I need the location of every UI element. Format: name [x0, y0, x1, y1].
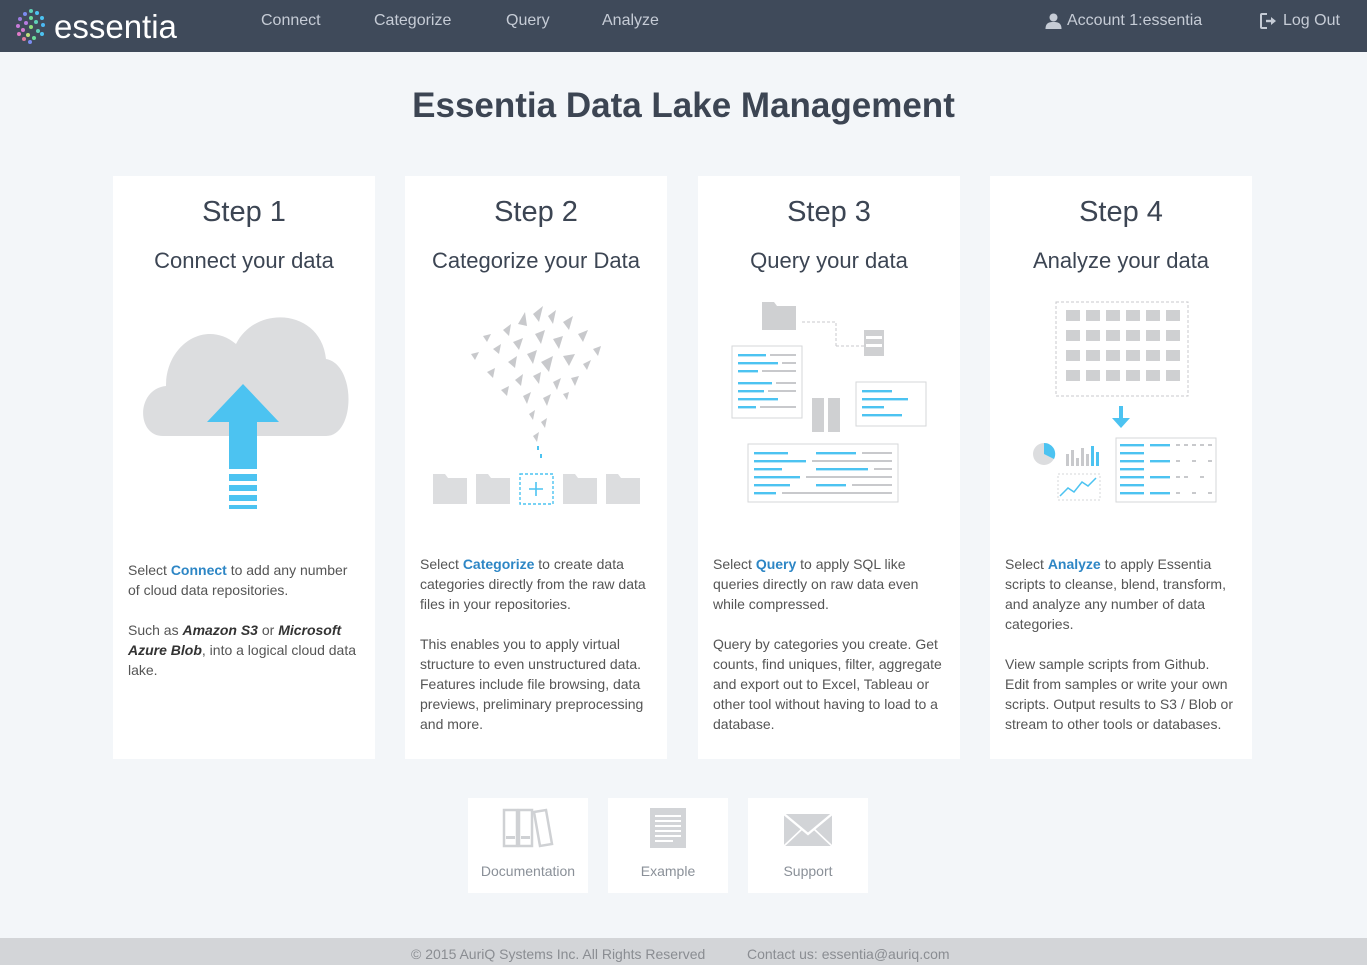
step-description-para2: View sample scripts from Github. Edit fr… — [1005, 656, 1233, 732]
step-card-connect[interactable]: Step 1 Connect your data Select Connect … — [113, 176, 375, 759]
step-subtitle: Query your data — [750, 248, 908, 273]
copyright-text: © 2015 AuriQ Systems Inc. All Rights Res… — [411, 946, 706, 962]
page-title: Essentia Data Lake Management — [412, 86, 955, 125]
step-subtitle: Categorize your Data — [432, 248, 640, 273]
step-subtitle: Connect your data — [154, 248, 334, 273]
logout-label: Log Out — [1283, 12, 1340, 29]
step-card-analyze[interactable]: Step 4 Analyze your data Select Analyze … — [990, 176, 1252, 759]
step-description: Select Query to apply SQL like queries d… — [713, 554, 945, 754]
logo[interactable]: essentia — [14, 6, 177, 46]
query-docs-icon — [731, 302, 927, 503]
nav-analyze[interactable]: Analyze — [602, 12, 659, 30]
step-description-para1: Select Query to apply SQL like queries d… — [713, 556, 919, 612]
contact-link[interactable]: Contact us: essentia@auriq.com — [747, 946, 950, 962]
support-label: Support — [783, 863, 833, 879]
nav-categorize[interactable]: Categorize — [374, 12, 451, 30]
analyze-link[interactable]: Analyze — [1048, 556, 1101, 572]
step-description-para2: Query by categories you create. Get coun… — [713, 636, 942, 732]
step-number: Step 1 — [202, 196, 286, 228]
nav-connect[interactable]: Connect — [261, 12, 321, 30]
documentation-label: Documentation — [480, 863, 576, 879]
scatter-folders-icon — [433, 306, 640, 505]
account-link[interactable]: Account 1:essentia — [1045, 12, 1202, 30]
books-icon — [502, 808, 554, 848]
envelope-icon — [783, 813, 833, 847]
essentia-logo-icon — [16, 9, 45, 44]
user-icon — [1045, 13, 1062, 29]
logo-text: essentia — [54, 7, 177, 45]
step-card-categorize[interactable]: Step 2 Categorize your Data Select Categ… — [405, 176, 667, 759]
step-number: Step 2 — [494, 196, 578, 228]
step-description-para2: This enables you to apply virtual struct… — [420, 636, 644, 732]
step-description-para1: Select Connect to add any number of clou… — [128, 562, 348, 598]
footer: © 2015 AuriQ Systems Inc. All Rights Res… — [0, 938, 1367, 965]
example-button[interactable]: Example — [608, 798, 728, 893]
step-description: Select Connect to add any number of clou… — [128, 560, 360, 700]
step-card-query[interactable]: Step 3 Query your data Select Query to a… — [698, 176, 960, 759]
nav-query[interactable]: Query — [506, 12, 550, 30]
connect-link[interactable]: Connect — [171, 562, 227, 578]
step-description-para1: Select Analyze to apply Essentia scripts… — [1005, 556, 1226, 632]
support-button[interactable]: Support — [748, 798, 868, 893]
logout-link[interactable]: Log Out — [1260, 12, 1340, 30]
step-description-para1: Select Categorize to create data categor… — [420, 556, 646, 612]
categorize-link[interactable]: Categorize — [463, 556, 535, 572]
documentation-button[interactable]: Documentation — [468, 798, 588, 893]
step-description: Select Categorize to create data categor… — [420, 554, 652, 754]
step-number: Step 3 — [787, 196, 871, 228]
account-label: Account 1:essentia — [1067, 12, 1203, 29]
step-subtitle: Analyze your data — [1032, 248, 1210, 273]
cloud-upload-icon — [143, 317, 349, 509]
example-label: Example — [640, 863, 696, 879]
step-number: Step 4 — [1079, 196, 1163, 228]
query-link[interactable]: Query — [756, 556, 796, 572]
top-navbar: essentia Connect Categorize Query Analyz… — [0, 0, 1367, 52]
document-icon — [650, 808, 686, 848]
step-description-para2: Such as Amazon S3 or Microsoft Azure Blo… — [128, 622, 356, 678]
analyze-grid-icon — [1033, 301, 1217, 503]
step-description: Select Analyze to apply Essentia scripts… — [1005, 554, 1237, 754]
logout-icon — [1260, 13, 1276, 29]
